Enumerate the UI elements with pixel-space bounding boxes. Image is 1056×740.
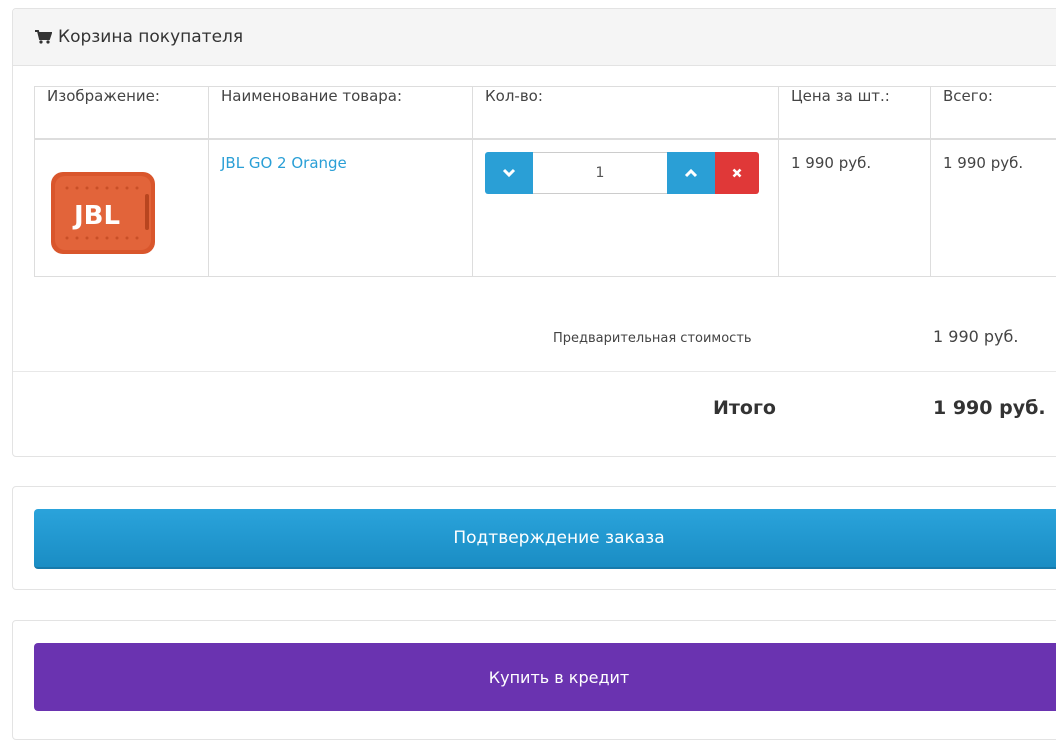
chevron-up-icon	[684, 168, 698, 178]
close-icon	[732, 168, 742, 178]
col-unit-price: Цена за шт.:	[779, 87, 931, 139]
subtotal-row: Предварительная стоимость 1 990 руб.	[13, 317, 1056, 372]
col-quantity: Кол-во:	[473, 87, 779, 139]
remove-item-button[interactable]	[715, 152, 759, 194]
col-image: Изображение:	[35, 87, 209, 139]
subtotal-value: 1 990 руб.	[933, 327, 1018, 346]
chevron-down-icon	[502, 168, 516, 178]
cart-table: Изображение: Наименование товара: Кол-во…	[34, 86, 1056, 277]
credit-panel: Купить в кредит	[12, 620, 1056, 740]
quantity-stepper	[485, 152, 778, 194]
shopping-cart-icon	[35, 30, 52, 44]
product-name-cell: JBL GO 2 Orange	[209, 139, 473, 277]
total-label: Итого	[713, 397, 776, 419]
buy-on-credit-button[interactable]: Купить в кредит	[34, 643, 1056, 711]
increase-quantity-button[interactable]	[667, 152, 715, 194]
svg-text:JBL: JBL	[72, 201, 120, 231]
cart-title: Корзина покупателя	[58, 27, 243, 47]
quantity-cell	[473, 139, 779, 277]
total-value: 1 990 руб.	[933, 397, 1046, 419]
total-cell: 1 990 руб.	[931, 139, 1056, 277]
product-image[interactable]: JBL	[47, 164, 159, 260]
unit-price: 1 990 руб.	[791, 154, 930, 172]
confirm-order-button[interactable]: Подтверждение заказа	[34, 509, 1056, 569]
decrease-quantity-button[interactable]	[485, 152, 533, 194]
item-total: 1 990 руб.	[943, 154, 1056, 172]
quantity-input[interactable]	[533, 152, 667, 194]
confirm-panel: Подтверждение заказа	[12, 486, 1056, 590]
unit-price-cell: 1 990 руб.	[779, 139, 931, 277]
product-image-cell: JBL	[35, 139, 209, 277]
cart-table-header: Изображение: Наименование товара: Кол-во…	[35, 87, 1056, 139]
cart-panel-heading: Корзина покупателя	[13, 9, 1056, 66]
col-total: Всего:	[931, 87, 1056, 139]
product-link[interactable]: JBL GO 2 Orange	[221, 154, 472, 172]
col-name: Наименование товара:	[209, 87, 473, 139]
table-row: JBL JBL GO 2 Orange	[35, 139, 1056, 277]
cart-panel: Корзина покупателя Изображение: Наименов…	[12, 8, 1056, 457]
subtotal-label: Предварительная стоимость	[553, 331, 752, 346]
